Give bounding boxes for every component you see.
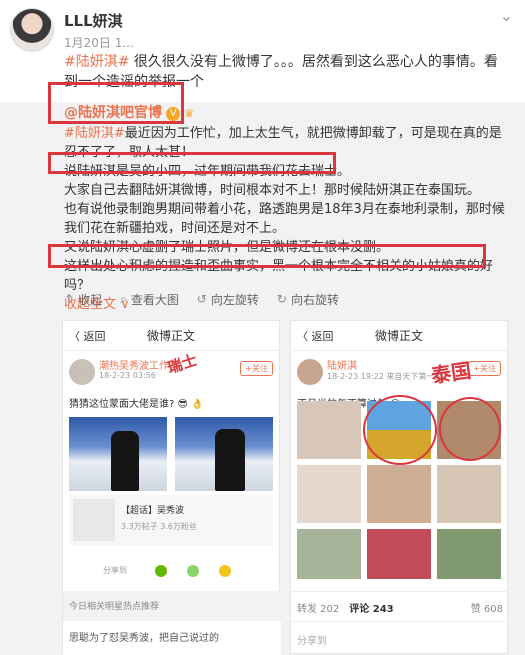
wechat-icon [155,565,167,579]
avatar [297,359,323,385]
mini-navbar: 〈 返回 微博正文 [291,321,507,351]
rotate-right-icon: ↻ [276,292,287,306]
post-hashtag[interactable]: #陆妍淇# [64,54,129,70]
mini-time: 18-2-23 19:22 来自天下第一美 [327,372,443,381]
rotate-right-button[interactable]: ↻ 向右旋转 [277,288,339,310]
back-button: 〈 返回 [297,329,334,343]
photo [437,529,501,579]
chevron-down-icon[interactable]: ⌄ [500,6,513,25]
annotation-circle [363,395,437,465]
repost-area: @陆妍淇吧官博 V ♛ #陆妍淇#最近因为工作忙，加上太生气，就把微博卸载了，可… [0,82,525,655]
related-strip: 今日相关明星热点推荐 [63,591,281,621]
photo [297,465,361,523]
mini-time: 18-2-23 03:56 [99,371,156,380]
screenshot-left[interactable]: 〈 返回 微博正文 潮热吴秀波工作室 18-2-23 03:56 +关注 猜猜这… [62,320,281,655]
card-avatar [73,499,115,541]
highlight-box [48,152,336,174]
related-item: 思聪为了怼吴秀波，把自己说过的 [63,621,281,655]
photo [175,417,273,491]
repost-hashtag[interactable]: #陆妍淇# [64,126,125,141]
annotation-circle [439,397,501,461]
comment-tabs: 转发 202 评论 243 赞 608 [291,591,509,621]
moments-icon [187,565,199,579]
zoom-icon: ⌕ [120,291,127,306]
photo [367,465,431,523]
view-large-button[interactable]: ⌕ 查看大图 [120,288,179,310]
share-label: 分享到 [103,566,127,575]
mini-header: 陆妍淇 18-2-23 19:22 来自天下第一美 +关注 [291,351,507,395]
username[interactable]: LLL妍淇 [64,10,123,31]
share-row: 分享到 [291,621,509,655]
card-sub: 3.3万帖子 3.6万粉丝 [121,522,197,531]
photo [297,401,361,459]
collapse-button[interactable]: ↑ 收起 [64,288,102,310]
share-row: 分享到 [63,559,281,583]
mini-navbar: 〈 返回 微博正文 [63,321,279,351]
highlight-box [48,244,486,268]
tab-comment: 评论 243 [349,604,394,615]
photo [297,529,361,579]
collapse-icon: ↑ [64,292,75,306]
back-button: 〈 返回 [69,329,106,343]
photo [437,465,501,523]
image-toolbar: ↑ 收起 ⌕ 查看大图 ↺ 向左旋转 ↻ 向右旋转 [64,288,504,310]
annotation-thailand: 泰国 [429,358,473,388]
repost-line: 大家自己去翻陆妍淇微博，时间根本对不上！那时候陆妍淇正在泰国玩。 [64,183,481,198]
rotate-left-icon: ↺ [196,292,207,306]
photo [69,417,167,491]
mini-name: 陆妍淇 [327,361,357,372]
screenshot-right[interactable]: 〈 返回 微博正文 陆妍淇 18-2-23 19:22 来自天下第一美 +关注 … [290,320,509,655]
post-date[interactable]: 1月20日 1... [64,34,134,51]
share-label: 分享到 [297,636,327,647]
qq-icon [219,565,231,579]
follow-button: +关注 [240,361,273,376]
rotate-left-button[interactable]: ↺ 向左旋转 [197,288,259,310]
repost-text: @陆妍淇吧官博 V ♛ #陆妍淇#最近因为工作忙，加上太生气，就把微博卸载了，可… [64,104,514,314]
mini-text: 猜猜这位蒙面大佬是谁? 😎 👌 [69,399,204,410]
photo [367,529,431,579]
avatar [69,359,95,385]
card-title: 【超话】吴秀波 [121,506,185,516]
repost-line: 也有说他录制跑男期间带着小花，路透跑男是18年3月在泰地利录制，那时候我们花在新… [64,202,505,236]
topic-card: 【超话】吴秀波 3.3万帖子 3.6万粉丝 [69,495,273,545]
follow-button: +关注 [468,361,501,376]
tab-repost: 转发 202 [297,604,340,615]
highlight-box [48,102,196,124]
avatar[interactable] [10,8,54,52]
tab-like: 赞 608 [470,604,503,615]
